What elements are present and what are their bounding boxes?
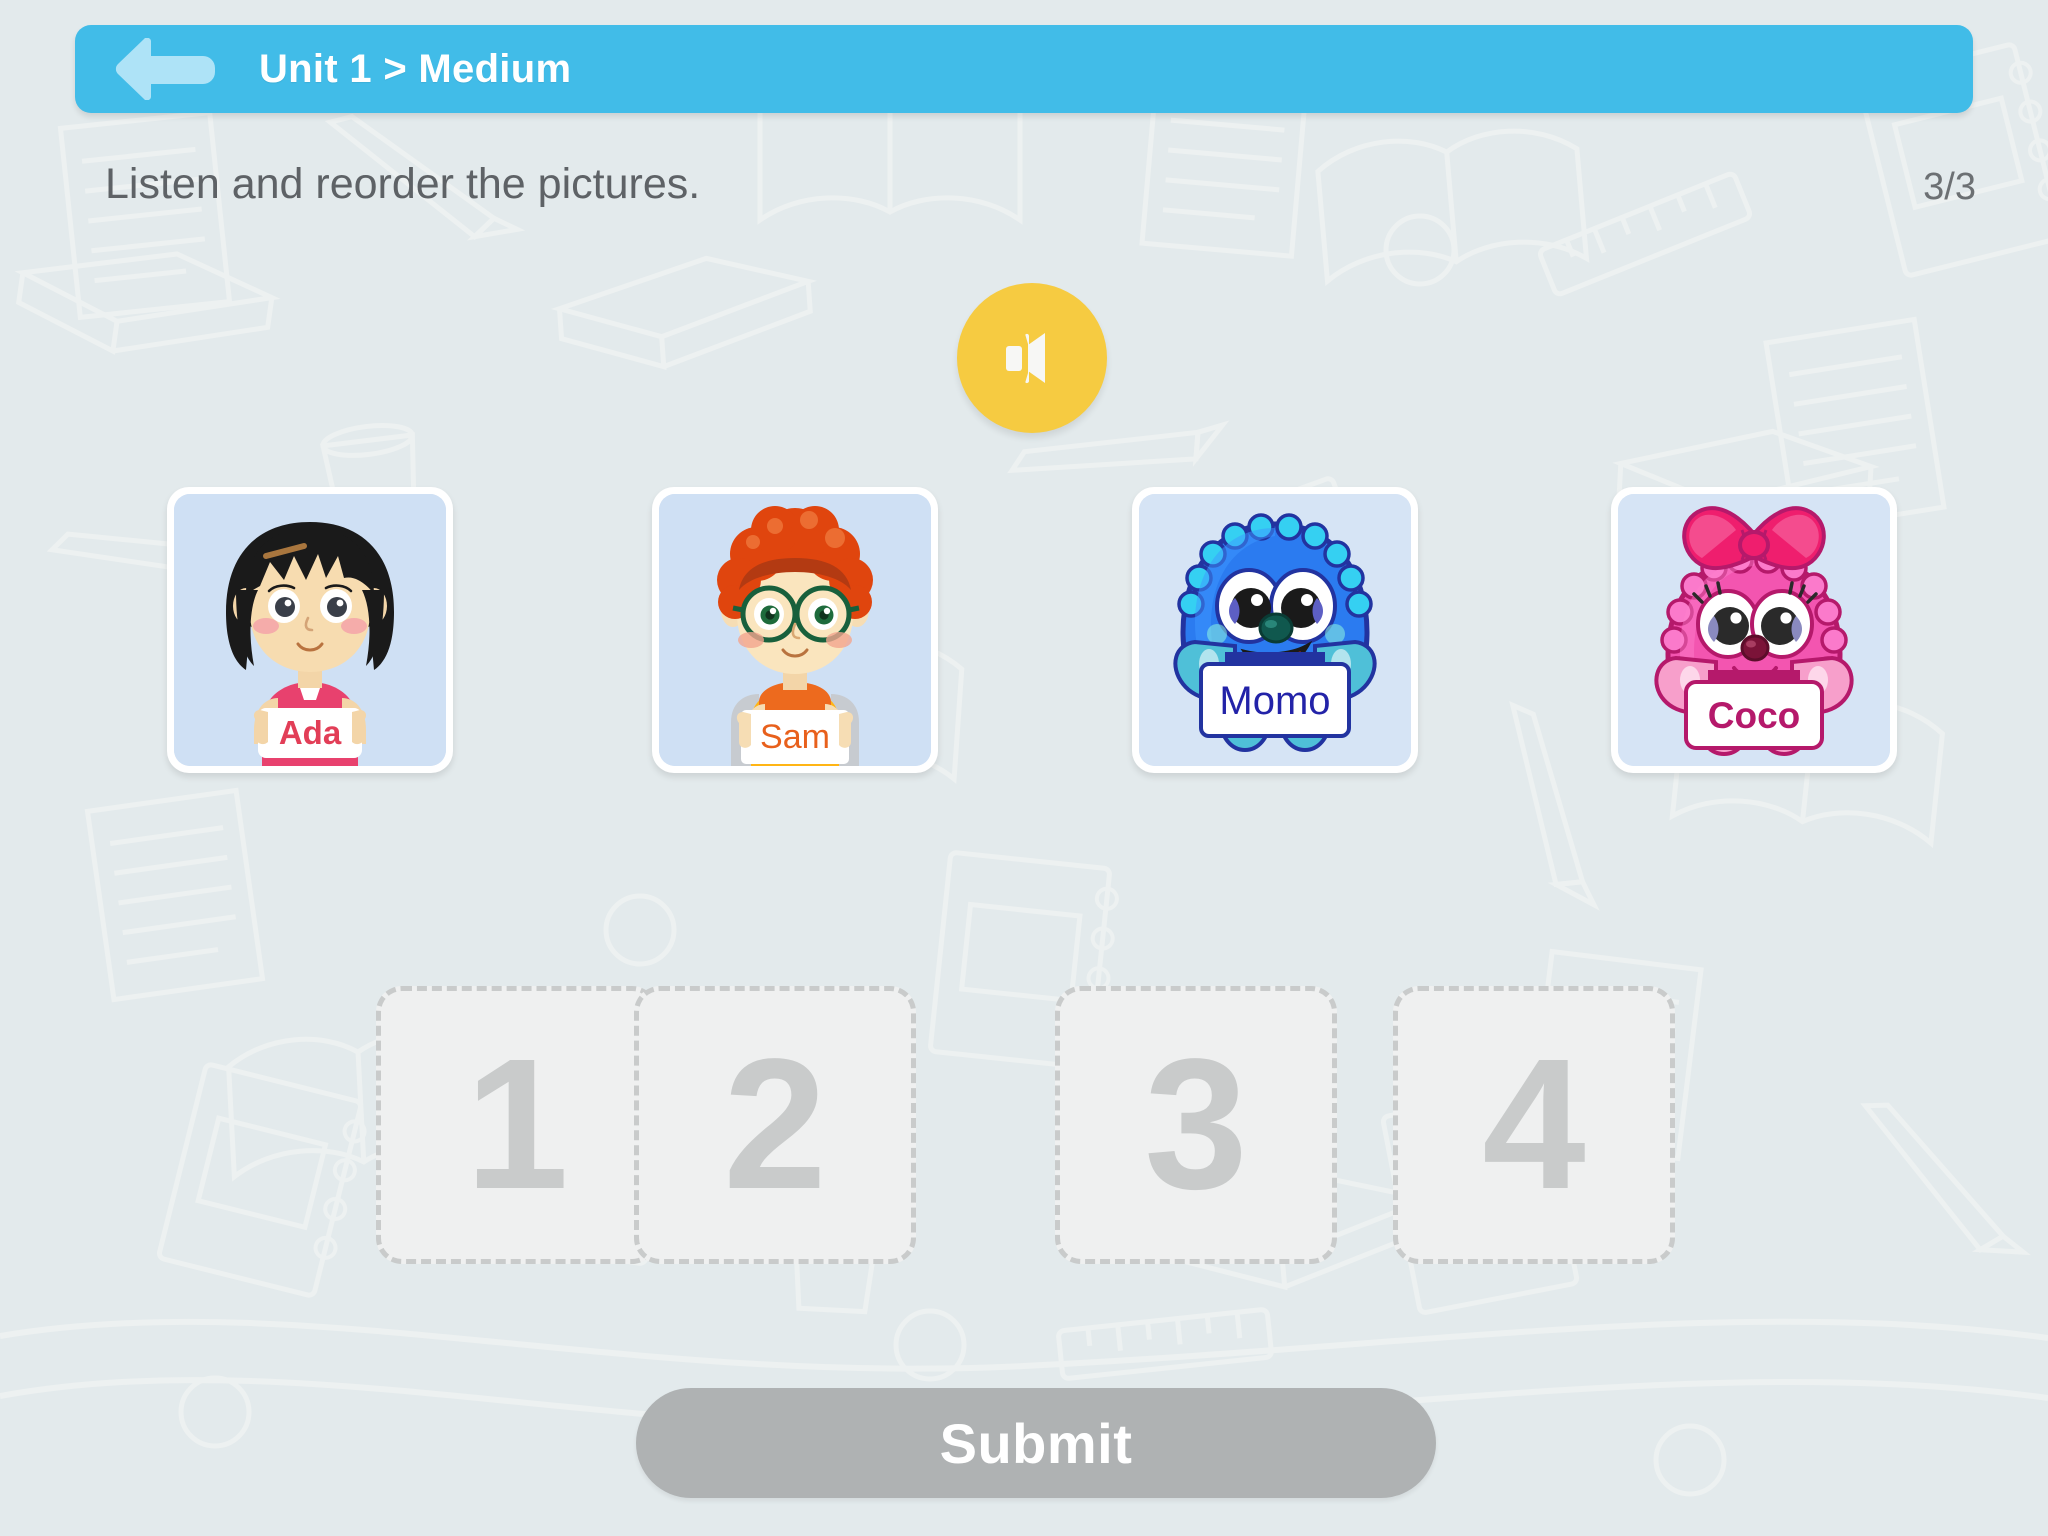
picture-cards-row: Ada Sam Momo Coco: [0, 487, 2048, 787]
svg-text:Sam: Sam: [760, 718, 830, 756]
svg-text:Ada: Ada: [279, 714, 342, 751]
instruction-text: Listen and reorder the pictures.: [105, 160, 701, 208]
picture-card-coco[interactable]: Coco: [1611, 487, 1897, 773]
header-title: Unit 1 > Medium: [259, 46, 572, 91]
speaker-icon: [1006, 333, 1045, 384]
picture-card-ada[interactable]: Ada: [167, 487, 453, 773]
picture-card-momo[interactable]: Momo: [1132, 487, 1418, 773]
drop-slots-row: 1 2 3 4: [0, 986, 2048, 1276]
back-arrow-icon: [115, 38, 215, 100]
progress-counter: 3/3: [1923, 166, 1976, 208]
drop-slot-3[interactable]: 3: [1055, 986, 1337, 1264]
drop-slot-3-number: 3: [1144, 1021, 1248, 1228]
picture-card-coco-image: Coco: [1618, 494, 1890, 766]
header-bar: Unit 1 > Medium: [75, 25, 1973, 113]
picture-card-sam-image: Sam: [659, 494, 931, 766]
drop-slot-4-number: 4: [1482, 1021, 1586, 1228]
picture-card-ada-image: Ada: [174, 494, 446, 766]
submit-button-label: Submit: [939, 1411, 1133, 1475]
picture-card-sam[interactable]: Sam: [652, 487, 938, 773]
drop-slot-2[interactable]: 2: [634, 986, 916, 1264]
instruction-row: Listen and reorder the pictures. 3/3: [0, 160, 2048, 220]
drop-slot-1[interactable]: 1: [376, 986, 658, 1264]
drop-slot-2-number: 2: [723, 1021, 827, 1228]
svg-text:Momo: Momo: [1219, 679, 1330, 723]
picture-card-momo-image: Momo: [1139, 494, 1411, 766]
submit-button[interactable]: Submit: [636, 1388, 1436, 1498]
back-button[interactable]: [113, 38, 217, 100]
audio-play-button[interactable]: [957, 283, 1107, 433]
svg-text:Coco: Coco: [1708, 695, 1801, 736]
drop-slot-1-number: 1: [465, 1021, 569, 1228]
drop-slot-4[interactable]: 4: [1393, 986, 1675, 1264]
